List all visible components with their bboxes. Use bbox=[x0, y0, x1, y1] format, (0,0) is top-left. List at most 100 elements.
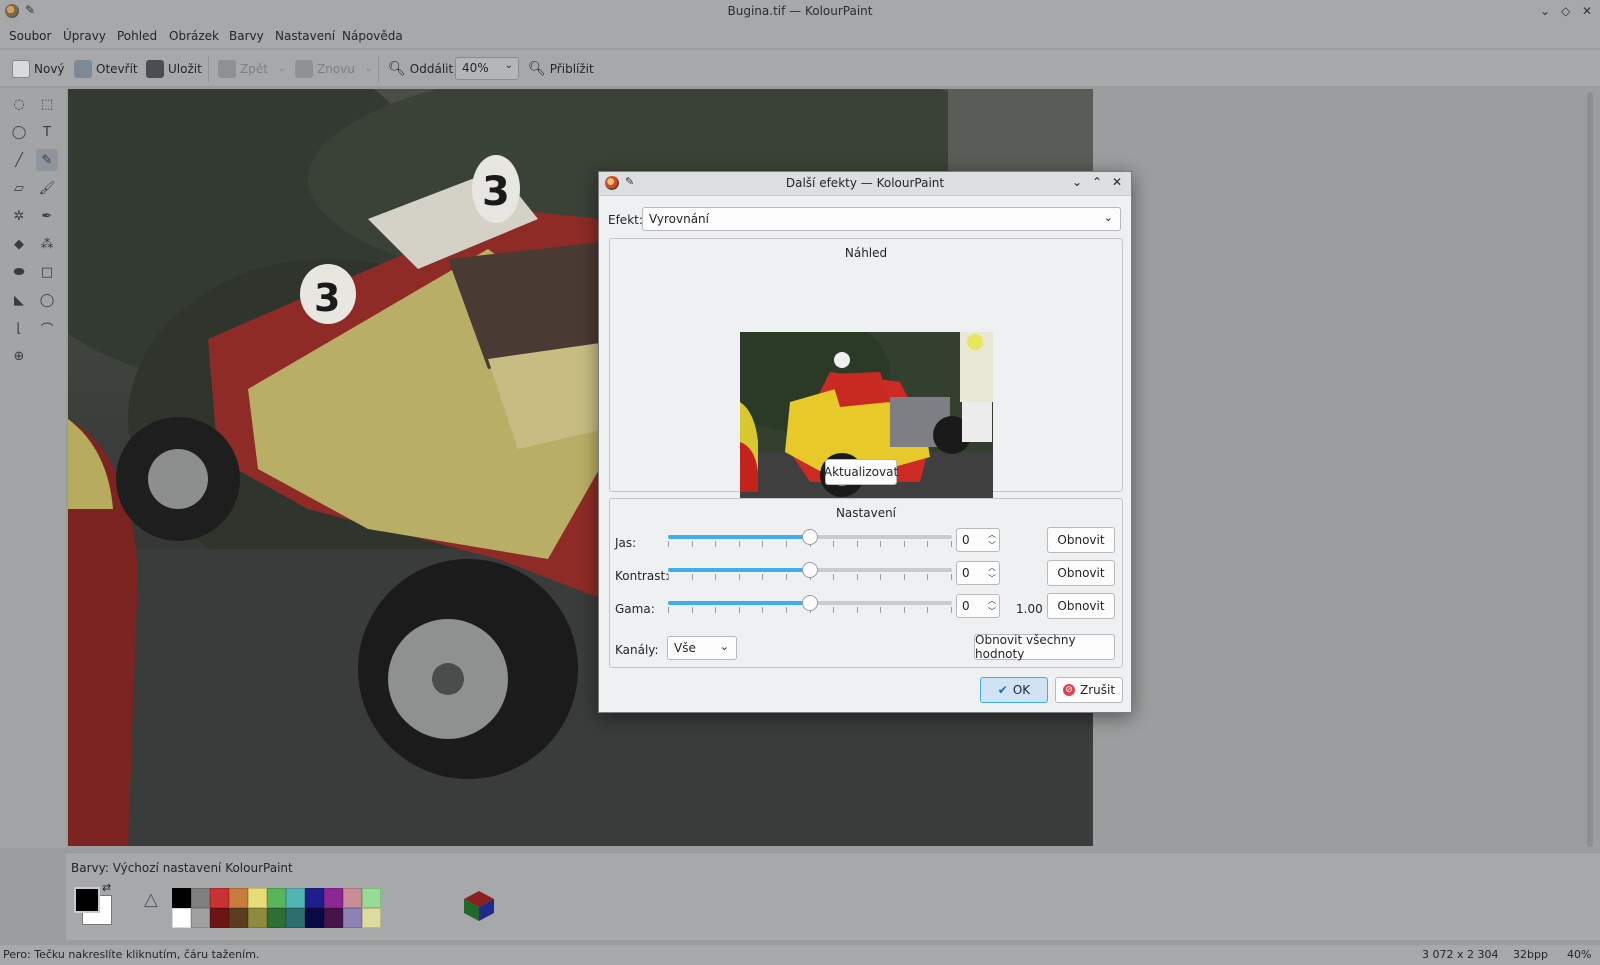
color-eraser-icon[interactable]: ✲ bbox=[8, 205, 30, 227]
color-similarity-icon[interactable]: △ bbox=[144, 889, 158, 910]
brightness-label: Jas: bbox=[615, 536, 637, 550]
curve-icon[interactable]: ⌒ bbox=[36, 317, 58, 339]
swap-colors-icon[interactable]: ⇄ bbox=[102, 881, 111, 894]
slider-handle[interactable] bbox=[802, 529, 818, 545]
redo-button[interactable]: Znovu ⌄ bbox=[295, 57, 372, 81]
gamma-label: Gama: bbox=[615, 602, 655, 616]
gamma-slider[interactable] bbox=[668, 595, 952, 613]
more-effects-dialog: ✎ Další efekty — KolourPaint ⌄ ⌃ ✕ Efekt… bbox=[598, 171, 1132, 713]
vertical-scrollbar[interactable] bbox=[1587, 92, 1593, 847]
palette-swatch[interactable] bbox=[305, 888, 324, 908]
cancel-button[interactable]: ⊘ Zrušit bbox=[1055, 677, 1123, 703]
menu-nastaveni[interactable]: Nastavení bbox=[275, 29, 335, 43]
palette-swatch[interactable] bbox=[248, 908, 267, 928]
polygon-icon[interactable]: ◣ bbox=[8, 289, 30, 311]
brightness-reset-button[interactable]: Obnovit bbox=[1047, 527, 1115, 553]
ellipse-select-icon[interactable]: ◯ bbox=[8, 121, 30, 143]
text-icon[interactable]: T bbox=[36, 121, 58, 143]
spin-arrows-icon[interactable]: ︿ ﹀ bbox=[988, 529, 996, 551]
flood-fill-icon[interactable]: ◆ bbox=[8, 233, 30, 255]
palette-swatch[interactable] bbox=[305, 908, 324, 928]
rect-select-icon[interactable]: ⬚ bbox=[36, 93, 58, 115]
eraser-icon[interactable]: ▱ bbox=[8, 177, 30, 199]
palette-swatch[interactable] bbox=[343, 908, 362, 928]
palette-swatch[interactable] bbox=[210, 888, 229, 908]
contrast-spinbox[interactable]: 0 ︿ ﹀ bbox=[956, 561, 1000, 585]
palette-swatch[interactable] bbox=[191, 888, 210, 908]
palette-swatch[interactable] bbox=[286, 908, 305, 928]
contrast-slider[interactable] bbox=[668, 562, 952, 580]
palette-swatch[interactable] bbox=[286, 888, 305, 908]
pen-icon[interactable]: ✎ bbox=[36, 149, 58, 171]
channels-select[interactable]: Vše ⌄ bbox=[667, 636, 737, 660]
slider-handle[interactable] bbox=[802, 562, 818, 578]
palette-swatch[interactable] bbox=[229, 908, 248, 928]
redo-dropdown-icon[interactable]: ⌄ bbox=[365, 64, 373, 74]
palette-swatch[interactable] bbox=[267, 908, 286, 928]
contrast-reset-button[interactable]: Obnovit bbox=[1047, 560, 1115, 586]
foreground-color-swatch[interactable] bbox=[74, 887, 100, 913]
gamma-spinbox[interactable]: 0 ︿ ﹀ bbox=[956, 594, 1000, 618]
update-preview-button[interactable]: Aktualizovat bbox=[824, 459, 898, 485]
menu-barvy[interactable]: Barvy bbox=[229, 29, 264, 43]
palette-swatch[interactable] bbox=[229, 888, 248, 908]
zoom-in-button[interactable]: 🔍︎ Přiblížit bbox=[528, 57, 594, 81]
palette-swatch[interactable] bbox=[343, 888, 362, 908]
brightness-slider[interactable] bbox=[668, 529, 952, 547]
palette-swatch[interactable] bbox=[210, 908, 229, 928]
palette-swatch[interactable] bbox=[324, 908, 343, 928]
redo-icon bbox=[295, 60, 313, 78]
maximize-icon[interactable]: ⌃ bbox=[1092, 175, 1102, 189]
close-icon[interactable]: ✕ bbox=[1582, 4, 1592, 18]
new-button[interactable]: Nový bbox=[12, 57, 65, 81]
brush-icon[interactable]: 🖌︎ bbox=[36, 177, 58, 199]
zoom-select[interactable]: 40% ⌄ bbox=[455, 57, 519, 80]
zoom-icon[interactable]: ⊕ bbox=[8, 345, 30, 367]
palette-swatch[interactable] bbox=[248, 888, 267, 908]
spraycan-icon[interactable]: ⁂ bbox=[36, 233, 58, 255]
zoom-out-button[interactable]: 🔍︎ Oddálit bbox=[388, 57, 453, 81]
reset-all-button[interactable]: Obnovit všechny hodnoty bbox=[974, 633, 1115, 661]
close-icon[interactable]: ✕ bbox=[1112, 175, 1122, 189]
menu-pohled[interactable]: Pohled bbox=[117, 29, 157, 43]
tool-box: ◌ ⬚ ◯ T ╱ ✎ ▱ 🖌︎ ✲ ✒ ◆ ⁂ ⬬ □ ◣ ◯ ⌊ ⌒ ⊕ bbox=[0, 88, 66, 848]
settings-title: Nastavení bbox=[835, 506, 897, 520]
brightness-spinbox[interactable]: 0 ︿ ﹀ bbox=[956, 528, 1000, 552]
menu-napoveda[interactable]: Nápověda bbox=[342, 29, 403, 43]
slider-handle[interactable] bbox=[802, 595, 818, 611]
ok-button[interactable]: ✔ OK bbox=[980, 677, 1048, 703]
save-button[interactable]: Uložit bbox=[146, 57, 202, 81]
gamma-reset-button[interactable]: Obnovit bbox=[1047, 593, 1115, 619]
palette-swatch[interactable] bbox=[324, 888, 343, 908]
preview-group: Náhled Aktualizovat bbox=[609, 238, 1123, 521]
cancel-icon: ⊘ bbox=[1062, 684, 1075, 696]
undo-dropdown-icon[interactable]: ⌄ bbox=[278, 64, 286, 74]
status-bar: Pero: Tečku nakreslíte kliknutím, čáru t… bbox=[0, 945, 1600, 965]
palette-swatch[interactable] bbox=[267, 888, 286, 908]
spin-arrows-icon[interactable]: ︿ ﹀ bbox=[988, 595, 996, 617]
palette-swatch[interactable] bbox=[362, 888, 381, 908]
color-cube-icon[interactable] bbox=[462, 889, 496, 923]
minimize-icon[interactable]: ⌄ bbox=[1540, 4, 1550, 18]
palette-swatch[interactable] bbox=[362, 908, 381, 928]
ellipse-icon[interactable]: ⬬ bbox=[8, 261, 30, 283]
rounded-rect-icon[interactable]: ◯ bbox=[36, 289, 58, 311]
foreground-background-color[interactable]: ⇄ bbox=[74, 881, 114, 927]
effect-select[interactable]: Vyrovnání ⌄ bbox=[642, 207, 1121, 231]
palette-swatch[interactable] bbox=[191, 908, 210, 928]
menu-soubor[interactable]: Soubor bbox=[9, 29, 51, 43]
undo-button[interactable]: Zpět ⌄ bbox=[218, 57, 285, 81]
open-button[interactable]: Otevřít bbox=[74, 57, 138, 81]
line-icon[interactable]: ╱ bbox=[8, 149, 30, 171]
minimize-icon[interactable]: ⌄ bbox=[1072, 175, 1082, 189]
palette-swatch[interactable] bbox=[172, 908, 191, 928]
palette-swatch[interactable] bbox=[172, 888, 191, 908]
menu-obrazek[interactable]: Obrázek bbox=[169, 29, 219, 43]
free-select-icon[interactable]: ◌ bbox=[8, 93, 30, 115]
maximize-icon[interactable]: ◇ bbox=[1561, 4, 1570, 18]
polyline-icon[interactable]: ⌊ bbox=[8, 317, 30, 339]
color-picker-icon[interactable]: ✒ bbox=[36, 205, 58, 227]
spin-arrows-icon[interactable]: ︿ ﹀ bbox=[988, 562, 996, 584]
menu-upravy[interactable]: Úpravy bbox=[63, 29, 106, 43]
rectangle-icon[interactable]: □ bbox=[36, 261, 58, 283]
